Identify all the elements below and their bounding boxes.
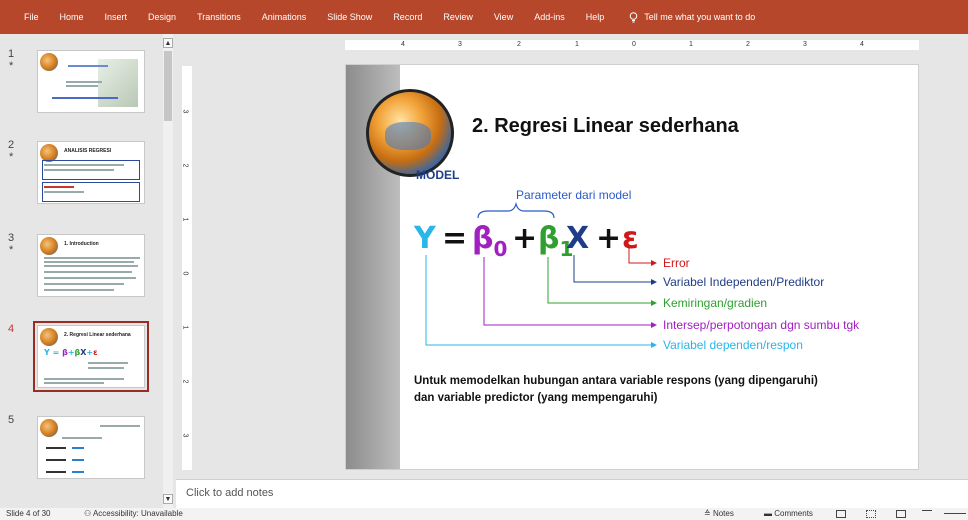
thumbnail-scrollbar[interactable]: ▲ ▼ <box>163 34 173 508</box>
notes-pane[interactable]: Click to add notes <box>176 479 968 508</box>
scroll-up-arrow-icon[interactable]: ▲ <box>163 38 173 48</box>
tab-view[interactable]: View <box>494 12 513 22</box>
accessibility-icon: ⚇ <box>84 509 93 518</box>
horizontal-ruler: 4 3 2 1 0 1 2 3 4 <box>345 40 919 50</box>
thumbnail-image: ANALISIS REGRESI <box>37 141 145 204</box>
tell-me-search[interactable]: Tell me what you want to do <box>629 11 756 23</box>
tab-slide-show[interactable]: Slide Show <box>327 12 372 22</box>
tab-file[interactable]: File <box>24 12 39 22</box>
connector-independent <box>573 255 657 285</box>
notes-icon: ≙ <box>704 509 713 518</box>
tab-help[interactable]: Help <box>586 12 605 22</box>
annotation-error: Error <box>663 256 690 270</box>
tab-review[interactable]: Review <box>443 12 473 22</box>
annotation-intercept: Intersep/perpotongan dgn sumbu tgk <box>663 318 860 332</box>
annotation-slope: Kemiringan/gradien <box>663 296 768 310</box>
thumbnail-image: 2. Regresi Linear sederhana Y = β+βX+ε <box>33 321 149 392</box>
scroll-down-arrow-icon[interactable]: ▼ <box>163 494 173 504</box>
lightbulb-icon <box>629 11 638 22</box>
accessibility-status[interactable]: ⚇ Accessibility: Unavailable <box>84 509 183 518</box>
annotation-independent: Variabel Independen/Prediktor <box>663 275 825 289</box>
slide-number: 5 <box>8 414 15 426</box>
slideshow-icon[interactable] <box>922 510 932 514</box>
normal-view-icon[interactable] <box>836 510 846 518</box>
thumbnail-title: 1. Introduction <box>64 241 99 247</box>
slide-thumbnail-pane: 1 * 2 * ANALISIS REGRESI 3 * 1. Introduc… <box>0 34 176 508</box>
notes-placeholder[interactable]: Click to add notes <box>186 487 273 499</box>
annotation-connectors <box>425 247 657 348</box>
zoom-slider[interactable] <box>944 513 966 514</box>
footnote-line-1: Untuk memodelkan hubungan antara variabl… <box>414 375 818 387</box>
footnote-line-2: dan variable predictor (yang mempengaruh… <box>414 392 658 404</box>
connector-slope <box>547 257 657 306</box>
thumbnail-title: ANALISIS REGRESI <box>64 148 112 154</box>
tab-home[interactable]: Home <box>60 12 84 22</box>
slide-footnote[interactable]: Untuk memodelkan hubungan antara variabl… <box>414 373 818 407</box>
animation-star-icon: * <box>9 244 14 256</box>
connector-error <box>628 247 657 266</box>
tab-add-ins[interactable]: Add-ins <box>534 12 565 22</box>
notes-button[interactable]: ≙ Notes <box>704 509 734 518</box>
tab-insert[interactable]: Insert <box>105 12 128 22</box>
slide-number: 1 <box>8 48 15 60</box>
animation-star-icon: * <box>9 60 14 72</box>
tab-animations[interactable]: Animations <box>262 12 307 22</box>
scrollbar-thumb[interactable] <box>164 51 172 121</box>
slide-sorter-icon[interactable] <box>866 510 876 518</box>
tab-transitions[interactable]: Transitions <box>197 12 241 22</box>
comments-button[interactable]: ▬ Comments <box>764 509 813 518</box>
annotation-dependent: Variabel dependen/respon <box>663 338 803 352</box>
globe-image <box>40 237 58 255</box>
thumbnail-image <box>37 50 145 113</box>
thumbnail-title: 2. Regresi Linear sederhana <box>64 332 131 338</box>
connector-dependent <box>425 255 657 348</box>
globe-image <box>40 53 58 71</box>
slide-number: 2 <box>8 139 15 151</box>
ribbon-tabs: File Home Insert Design Transitions Anim… <box>0 0 968 34</box>
thumbnail-image <box>37 416 145 479</box>
slide-canvas[interactable]: 2. Regresi Linear sederhana MODEL Parame… <box>345 64 919 470</box>
thumbnail-image: 1. Introduction <box>37 234 145 297</box>
tab-record[interactable]: Record <box>393 12 422 22</box>
slide-number: 4 <box>8 323 15 335</box>
comment-icon: ▬ <box>764 509 775 518</box>
slide-count: Slide 4 of 30 <box>6 509 51 518</box>
globe-image <box>40 328 58 346</box>
tab-design[interactable]: Design <box>148 12 176 22</box>
globe-image <box>40 419 58 437</box>
animation-star-icon: * <box>9 151 14 163</box>
reading-view-icon[interactable] <box>896 510 906 518</box>
tell-me-label: Tell me what you want to do <box>644 12 756 22</box>
powerpoint-window: File Home Insert Design Transitions Anim… <box>0 0 968 520</box>
connector-intercept <box>483 257 657 328</box>
status-bar: Slide 4 of 30 ⚇ Accessibility: Unavailab… <box>0 508 968 520</box>
vertical-ruler: 3 2 1 0 1 2 3 <box>181 66 192 470</box>
slide-number: 3 <box>8 232 15 244</box>
